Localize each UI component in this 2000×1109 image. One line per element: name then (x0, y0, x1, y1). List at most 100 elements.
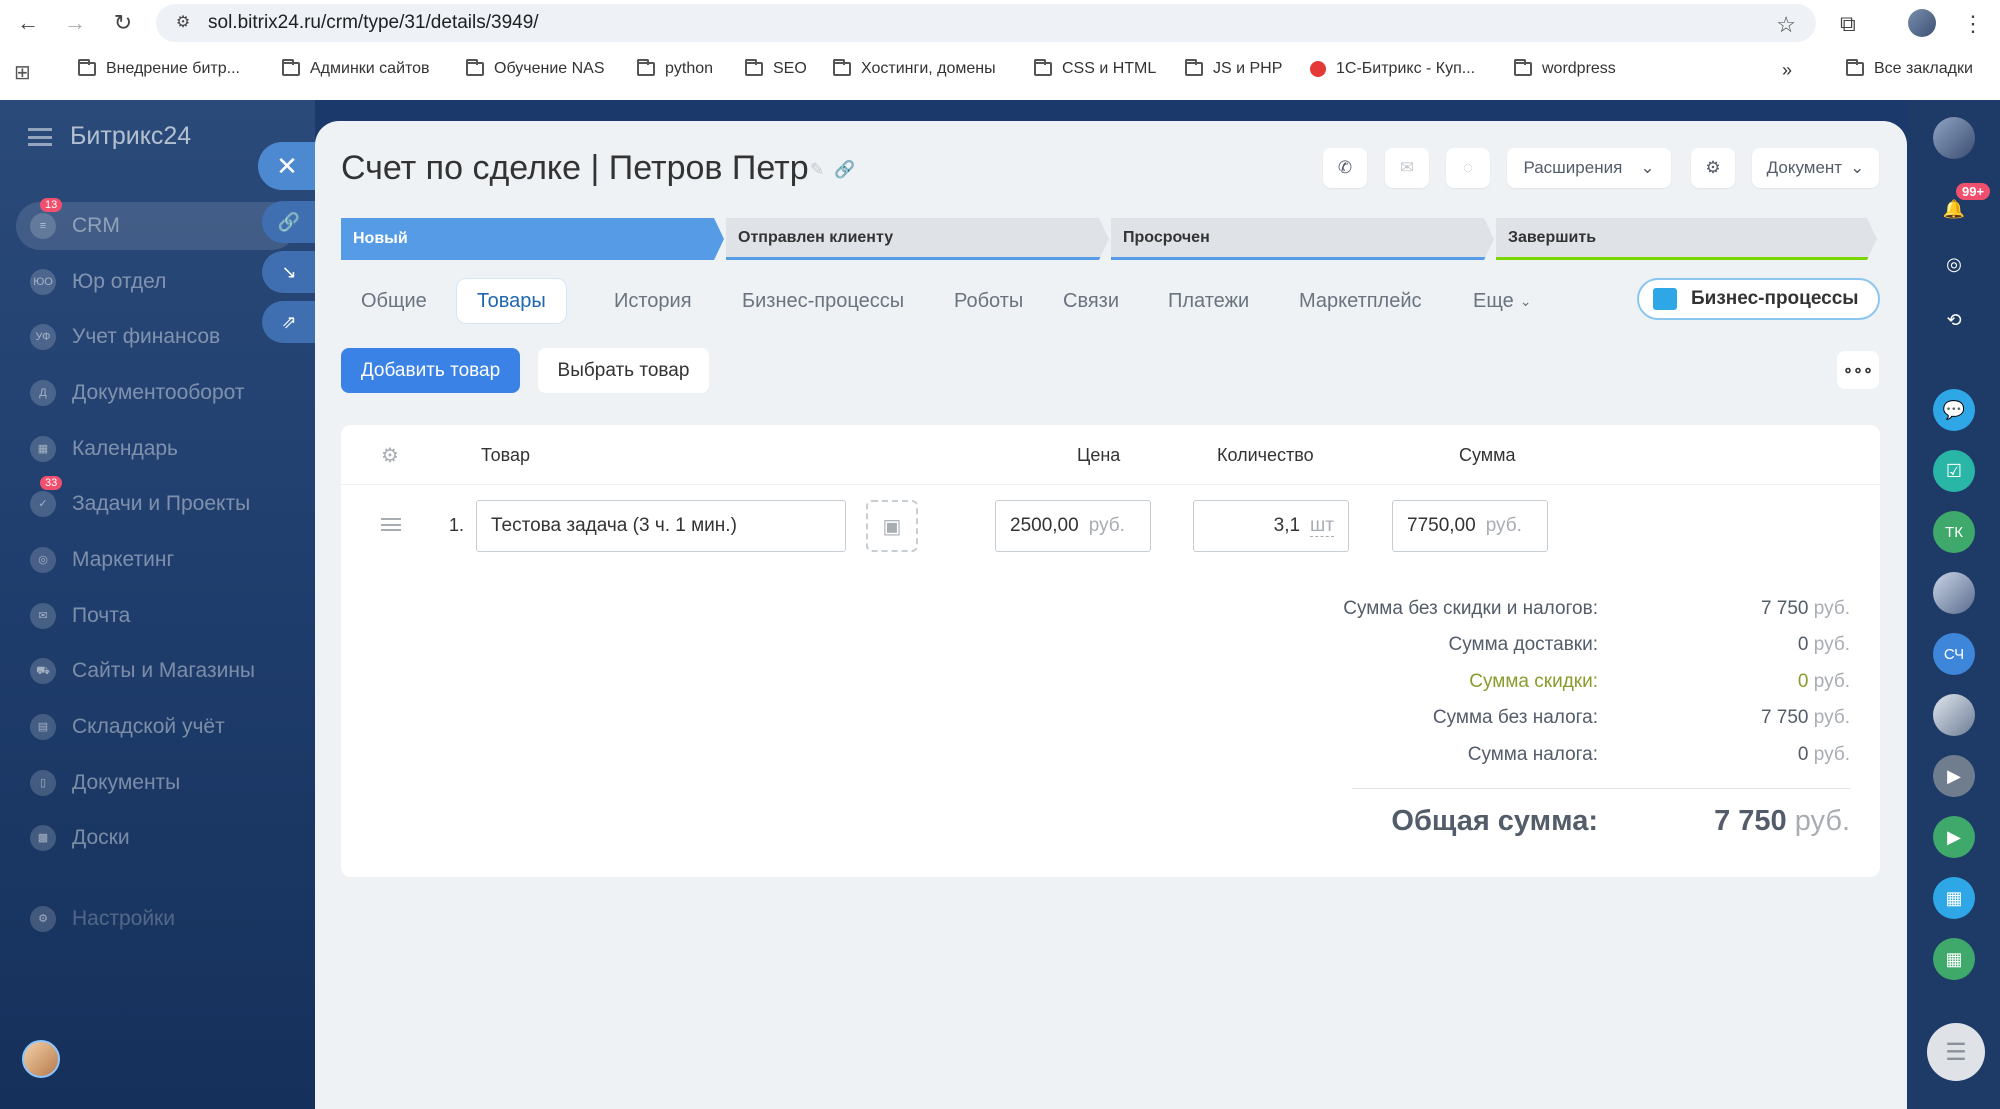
tab-business-processes[interactable]: Бизнес-процессы (722, 278, 924, 324)
refresh-chat-icon[interactable]: ⟲ (1933, 299, 1975, 341)
reload-icon[interactable]: ↻ (111, 11, 135, 35)
open-new-window-button[interactable]: ⇗ (262, 301, 316, 343)
bookmark-item[interactable]: python (637, 59, 713, 78)
product-image-placeholder[interactable]: ▣ (866, 500, 918, 552)
bookmark-item[interactable]: wordpress (1514, 59, 1616, 78)
business-processes-button[interactable]: Бизнес-процессы (1637, 278, 1880, 320)
user-avatar[interactable] (22, 1040, 60, 1078)
price-value: 2500,00 (1010, 515, 1079, 536)
sidebar-item-crm[interactable]: ≡ 13 CRM (16, 198, 296, 250)
sidebar-item-sites[interactable]: ⛟ Сайты и Магазины (16, 647, 296, 695)
bookmark-item[interactable]: Админки сайтов (282, 59, 430, 78)
all-bookmarks[interactable]: Все закладки (1846, 59, 1973, 78)
more-options-button[interactable]: ∘∘∘ (1837, 351, 1879, 389)
rail-sch-avatar[interactable]: СЧ (1933, 633, 1975, 675)
rail-contact-avatar[interactable] (1933, 572, 1975, 614)
extensions-label: Расширения (1523, 158, 1623, 177)
measure-unit-selector[interactable]: шт (1310, 515, 1334, 537)
settings-button[interactable]: ⚙ (1691, 148, 1735, 188)
checklist-icon[interactable]: ☑ (1933, 450, 1975, 492)
price-input[interactable]: 2500,00 руб. (995, 500, 1151, 552)
sidebar-item-warehouse[interactable]: ▤ Складской учёт (16, 703, 296, 751)
edit-pencil-icon[interactable]: ✎ (810, 160, 834, 179)
external-link-icon: ⇗ (281, 311, 297, 332)
sidebar-item-finance[interactable]: УФ Учет финансов (16, 313, 296, 361)
site-info-icon[interactable]: ⚙ (172, 12, 194, 34)
bookmark-item[interactable]: Внедрение битр... (78, 59, 240, 78)
email-button[interactable]: ✉ (1385, 148, 1429, 188)
profile-avatar[interactable] (1908, 9, 1936, 37)
chat-button[interactable]: ◌ (1446, 148, 1490, 188)
bookmark-star-icon[interactable]: ☆ (1776, 12, 1796, 38)
tab-more[interactable]: Еще ⌄ (1453, 278, 1551, 324)
menu-dots-icon[interactable]: ⋮ (1962, 11, 1984, 37)
url-text: sol.bitrix24.ru/crm/type/31/details/3949… (208, 12, 539, 33)
tab-marketplace[interactable]: Маркетплейс (1279, 278, 1442, 324)
bookmark-item[interactable]: JS и PHP (1185, 59, 1282, 78)
sum-input[interactable]: 7750,00 руб. (1392, 500, 1548, 552)
forward-icon[interactable]: → (63, 11, 87, 35)
sidebar-item-settings[interactable]: ⚙ Настройки (16, 895, 296, 943)
sidebar-item-boards[interactable]: ▩ Доски (16, 814, 296, 862)
phone-button[interactable]: ✆ (1323, 148, 1367, 188)
tab-payments[interactable]: Платежи (1148, 278, 1269, 324)
header-divider (341, 484, 1880, 485)
video-icon[interactable]: ▶ (1933, 755, 1975, 797)
select-product-button[interactable]: Выбрать товар (538, 348, 709, 393)
copy-link-button[interactable]: 🔗 (262, 201, 316, 243)
stage-overdue[interactable]: Просрочен (1111, 218, 1494, 260)
more-bookmarks-icon[interactable]: » (1782, 60, 1792, 81)
bookmark-item[interactable]: CSS и HTML (1034, 59, 1156, 78)
sidebar-item-mail[interactable]: ✉ Почта (16, 592, 296, 640)
product-name-input[interactable]: Тестова задача (3 ч. 1 мин.) (476, 500, 846, 552)
sidebar-item-tasks[interactable]: ✓ 33 Задачи и Проекты (16, 476, 296, 528)
chat-bubble-icon: ◌ (1462, 158, 1474, 177)
sidebar-item-documents[interactable]: ▯ Документы (16, 759, 296, 807)
document-dropdown[interactable]: Документ ⌄ (1752, 148, 1879, 188)
tab-products[interactable]: Товары (456, 278, 567, 324)
rail-tk-avatar[interactable]: ТК (1933, 511, 1975, 553)
apps-grid-icon[interactable]: ⊞ (14, 60, 31, 85)
docflow-avatar-icon: Д (30, 380, 56, 406)
tab-general[interactable]: Общие (341, 278, 447, 324)
bookmark-item[interactable]: SEO (745, 59, 807, 78)
minimize-button[interactable]: ↘ (262, 251, 316, 293)
stage-finish[interactable]: Завершить (1496, 218, 1877, 260)
schedule-icon[interactable]: ▦ (1933, 938, 1975, 980)
extensions-icon[interactable]: ⧉ (1840, 11, 1856, 37)
video-call-icon[interactable]: ▶ (1933, 816, 1975, 858)
bookmark-item[interactable]: Обучение NAS (466, 59, 605, 78)
cart-icon: ⛟ (30, 658, 56, 684)
sidebar-item-docflow[interactable]: Д Документооборот (16, 369, 296, 417)
folder-icon (78, 59, 96, 76)
address-bar[interactable]: ⚙ sol.bitrix24.ru/crm/type/31/details/39… (156, 4, 1816, 42)
drag-handle-icon[interactable] (381, 518, 401, 531)
sidebar-item-legal[interactable]: ЮО Юр отдел (16, 258, 296, 306)
back-icon[interactable]: ← (16, 11, 40, 35)
tab-links[interactable]: Связи (1043, 278, 1139, 324)
close-slider-button[interactable]: ✕ (258, 142, 316, 190)
sidebar-item-calendar[interactable]: ▦ Календарь (16, 425, 296, 473)
stage-sent[interactable]: Отправлен клиенту (726, 218, 1109, 260)
calendar-icon[interactable]: ▦ (1933, 877, 1975, 919)
stage-new[interactable]: Новый (341, 218, 724, 260)
target-icon[interactable]: ◎ (1933, 243, 1975, 285)
count-badge: 33 (40, 476, 63, 490)
extensions-dropdown[interactable]: Расширения ⌄ (1507, 148, 1671, 188)
menu-burger-icon[interactable] (28, 128, 52, 146)
rail-person-avatar[interactable] (1933, 694, 1975, 736)
gear-icon: ⚙ (1705, 158, 1721, 177)
chat-icon[interactable]: 💬 (1933, 389, 1975, 431)
bookmark-item[interactable]: 1С-Битрикс - Куп... (1310, 60, 1475, 78)
menu-list-icon[interactable]: ☰ (1927, 1023, 1985, 1081)
tab-history[interactable]: История (594, 278, 712, 324)
link-icon[interactable]: 🔗 (834, 160, 865, 179)
tab-robots[interactable]: Роботы (934, 278, 1043, 324)
add-product-button[interactable]: Добавить товар (341, 348, 520, 393)
sidebar-item-marketing[interactable]: ◎ Маркетинг (16, 536, 296, 584)
columns-settings-icon[interactable]: ⚙ (381, 443, 399, 468)
quantity-input[interactable]: 3,1 шт (1193, 500, 1349, 552)
sum-value: 7750,00 (1407, 515, 1476, 536)
bookmark-item[interactable]: Хостинги, домены (833, 59, 996, 78)
rail-user-avatar[interactable] (1933, 117, 1975, 159)
